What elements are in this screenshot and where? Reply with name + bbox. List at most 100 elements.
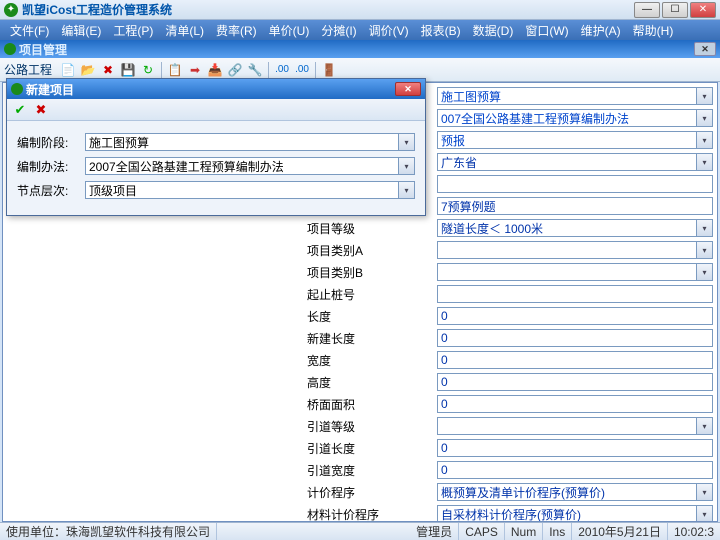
- form-field: [437, 307, 713, 325]
- dialog-field: ▾: [85, 133, 415, 151]
- decimal-icon[interactable]: .00: [273, 61, 291, 79]
- save-icon[interactable]: 💾: [119, 61, 137, 79]
- form-field: ▾: [437, 87, 713, 105]
- form-input[interactable]: [437, 241, 697, 259]
- dialog-icon: [11, 83, 23, 95]
- form-input[interactable]: [437, 109, 697, 127]
- dropdown-button[interactable]: ▾: [697, 219, 713, 237]
- dropdown-button[interactable]: ▾: [697, 241, 713, 259]
- dropdown-button[interactable]: ▾: [697, 263, 713, 281]
- dropdown-button[interactable]: ▾: [697, 109, 713, 127]
- form-field: ▾: [437, 483, 713, 501]
- form-label: 桥面面积: [307, 396, 437, 413]
- form-input[interactable]: [437, 263, 697, 281]
- menu-window[interactable]: 窗口(W): [519, 22, 574, 39]
- menu-adjust[interactable]: 调价(V): [363, 22, 415, 39]
- exit-icon[interactable]: 🚪: [320, 61, 338, 79]
- delete-icon[interactable]: ✖: [99, 61, 117, 79]
- form-field: [437, 351, 713, 369]
- form-input[interactable]: [437, 285, 713, 303]
- menu-list[interactable]: 清单(L): [159, 22, 210, 39]
- refresh-icon[interactable]: ↻: [139, 61, 157, 79]
- form-input[interactable]: [437, 153, 697, 171]
- form-input[interactable]: [437, 87, 697, 105]
- maximize-button[interactable]: ☐: [662, 2, 688, 18]
- menu-rate[interactable]: 费率(R): [210, 22, 263, 39]
- form-input[interactable]: [437, 505, 697, 521]
- menu-project[interactable]: 工程(P): [107, 22, 159, 39]
- menu-report[interactable]: 报表(B): [415, 22, 467, 39]
- dropdown-button[interactable]: ▾: [399, 157, 415, 175]
- status-num: Num: [505, 523, 543, 540]
- dropdown-button[interactable]: ▾: [399, 181, 415, 199]
- form-row: 引道宽度: [303, 459, 717, 481]
- sub-close-button[interactable]: ✕: [694, 42, 716, 56]
- app-icon: ✦: [4, 3, 18, 17]
- menu-maintain[interactable]: 维护(A): [575, 22, 627, 39]
- open-icon[interactable]: 📂: [79, 61, 97, 79]
- dropdown-button[interactable]: ▾: [697, 483, 713, 501]
- form-input[interactable]: [437, 131, 697, 149]
- dialog-input[interactable]: [85, 133, 399, 151]
- dialog-close-button[interactable]: ✕: [395, 82, 421, 96]
- dropdown-button[interactable]: ▾: [697, 131, 713, 149]
- form-input[interactable]: [437, 373, 713, 391]
- separator: [315, 62, 316, 78]
- export-icon[interactable]: ➡: [186, 61, 204, 79]
- form-label: 起止桩号: [307, 286, 437, 303]
- form-field: [437, 461, 713, 479]
- menu-allocate[interactable]: 分摊(I): [315, 22, 362, 39]
- tool-icon[interactable]: 🔧: [246, 61, 264, 79]
- copy-icon[interactable]: 📋: [166, 61, 184, 79]
- form-input[interactable]: [437, 219, 697, 237]
- menu-unitprice[interactable]: 单价(U): [263, 22, 316, 39]
- sub-window-title: 项目管理: [19, 41, 67, 58]
- form-field: ▾: [437, 505, 713, 521]
- dialog-input[interactable]: [85, 157, 399, 175]
- dropdown-button[interactable]: ▾: [697, 87, 713, 105]
- form-field: [437, 373, 713, 391]
- form-input[interactable]: [437, 483, 697, 501]
- status-caps: CAPS: [459, 523, 505, 540]
- menu-file[interactable]: 文件(F): [4, 22, 55, 39]
- dialog-label: 节点层次:: [17, 182, 85, 199]
- form-input[interactable]: [437, 307, 713, 325]
- cancel-icon[interactable]: ✖: [32, 101, 50, 119]
- dropdown-button[interactable]: ▾: [399, 133, 415, 151]
- form-input[interactable]: [437, 395, 713, 413]
- dropdown-button[interactable]: ▾: [697, 417, 713, 435]
- form-input[interactable]: [437, 175, 713, 193]
- form-input[interactable]: [437, 351, 713, 369]
- dropdown-button[interactable]: ▾: [697, 505, 713, 521]
- menu-data[interactable]: 数据(D): [467, 22, 520, 39]
- form-input[interactable]: [437, 461, 713, 479]
- form-field: ▾: [437, 109, 713, 127]
- close-button[interactable]: ✕: [690, 2, 716, 18]
- form-input[interactable]: [437, 329, 713, 347]
- dialog-label: 编制办法:: [17, 158, 85, 175]
- confirm-icon[interactable]: ✔: [11, 101, 29, 119]
- form-field: ▾: [437, 417, 713, 435]
- form-label: 引道长度: [307, 440, 437, 457]
- form-input[interactable]: [437, 197, 713, 215]
- form-field: ▾: [437, 263, 713, 281]
- separator: [268, 62, 269, 78]
- dialog-row: 编制阶段:▾: [17, 133, 415, 151]
- status-org: 使用单位：珠海凯望软件科技有限公司: [0, 523, 217, 540]
- dialog-body: 编制阶段:▾ 编制办法: ▾ 节点层次: ▾: [7, 121, 425, 215]
- link-icon[interactable]: 🔗: [226, 61, 244, 79]
- menu-help[interactable]: 帮助(H): [627, 22, 680, 39]
- form-row: 长度: [303, 305, 717, 327]
- form-row: 项目类别B▾: [303, 261, 717, 283]
- import-icon[interactable]: 📥: [206, 61, 224, 79]
- form-label: 项目类别A: [307, 242, 437, 259]
- form-input[interactable]: [437, 439, 713, 457]
- dropdown-button[interactable]: ▾: [697, 153, 713, 171]
- menu-edit[interactable]: 编辑(E): [55, 22, 107, 39]
- minimize-button[interactable]: —: [634, 2, 660, 18]
- dialog-input[interactable]: [85, 181, 399, 199]
- new-icon[interactable]: 📄: [59, 61, 77, 79]
- decimal2-icon[interactable]: .00: [293, 61, 311, 79]
- form-input[interactable]: [437, 417, 697, 435]
- form-field: [437, 197, 713, 215]
